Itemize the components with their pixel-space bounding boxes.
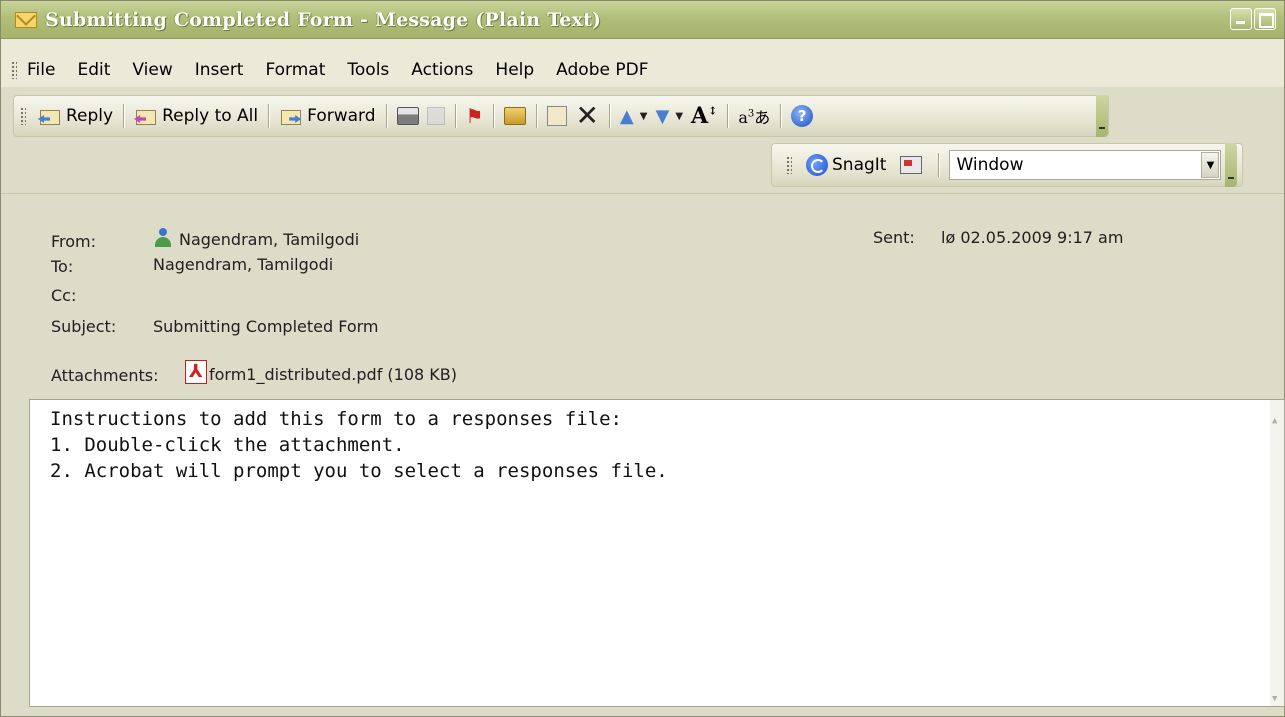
reply-all-icon [134, 105, 158, 127]
snagit-toolbar: SnagIt Window ▼ [771, 143, 1243, 187]
help-icon: ? [791, 105, 814, 127]
attachment-item[interactable]: form1_distributed.pdf (108 KB) [185, 360, 457, 384]
snagit-button[interactable]: SnagIt [802, 150, 890, 180]
menu-actions[interactable]: Actions [411, 60, 473, 80]
menu-format[interactable]: Format [265, 60, 325, 80]
help-button[interactable]: ? [787, 101, 817, 131]
toolbar-separator [493, 104, 495, 128]
window-title: Submitting Completed Form - Message (Pla… [45, 8, 602, 31]
font-size-icon: A↕ [691, 103, 718, 129]
font-size-button[interactable]: A↕ [687, 101, 721, 131]
menu-edit[interactable]: Edit [77, 60, 110, 80]
attachment-name: form1_distributed.pdf (108 KB) [209, 365, 457, 384]
copy-to-folder-button[interactable] [543, 101, 571, 131]
snagit-logo-icon [806, 154, 828, 176]
toolbar-separator [608, 104, 610, 128]
clipboard-icon [547, 106, 568, 126]
arrow-down-icon: ▼ [655, 105, 670, 127]
scroll-down-icon[interactable]: ▼ [1272, 686, 1282, 704]
snagit-capture-button[interactable] [890, 150, 932, 180]
toolbar-options-button[interactable] [1225, 143, 1238, 187]
vertical-scrollbar[interactable]: ▲ ▼ [1270, 400, 1284, 706]
delete-button[interactable]: ✕ [571, 101, 602, 131]
reply-all-label: Reply to All [162, 106, 259, 126]
print-button[interactable] [393, 101, 423, 131]
chevron-down-icon: ▼ [675, 110, 684, 122]
toolbar-grip-icon[interactable] [786, 156, 792, 174]
previous-item-button[interactable]: ▲ ▼ [616, 101, 652, 131]
forward-label: Forward [307, 106, 376, 126]
menu-view[interactable]: View [132, 60, 172, 80]
menu-file[interactable]: File [27, 60, 55, 80]
toolbar-separator [385, 104, 387, 128]
toolbar-grip-icon[interactable] [20, 107, 26, 125]
capture-icon [900, 156, 923, 174]
folder-icon [504, 107, 527, 125]
capture-mode-value: Window [956, 155, 1024, 175]
forward-icon [279, 105, 303, 127]
from-value[interactable]: Nagendram, Tamilgodi [153, 228, 359, 249]
menu-bar: File Edit View Insert Format Tools Actio… [1, 39, 1284, 87]
from-name: Nagendram, Tamilgodi [179, 230, 360, 249]
arrow-up-icon: ▲ [619, 105, 634, 127]
next-item-button[interactable]: ▼ ▼ [651, 101, 687, 131]
sent-label: Sent: [873, 228, 915, 247]
toolbar-options-button[interactable] [1096, 95, 1108, 137]
follow-up-flag-button[interactable]: ⚑ [462, 101, 488, 131]
reply-icon [38, 105, 62, 127]
subject-label: Subject: [51, 317, 117, 336]
body-line: 1. Double-click the attachment. [50, 434, 405, 456]
menu-adobe-pdf[interactable]: Adobe PDF [556, 60, 648, 80]
encoding-button[interactable]: a3あ [734, 101, 774, 131]
scroll-up-icon[interactable]: ▲ [1272, 408, 1282, 426]
message-window: Submitting Completed Form - Message (Pla… [0, 0, 1285, 717]
printer-icon [396, 107, 419, 125]
to-value[interactable]: Nagendram, Tamilgodi [153, 255, 333, 274]
toolbar-separator [536, 104, 538, 128]
to-label: To: [51, 257, 74, 276]
body-line: Instructions to add this form to a respo… [50, 408, 622, 430]
toolbar-separator [268, 104, 270, 128]
pdf-file-icon [185, 360, 207, 384]
reply-button[interactable]: Reply [34, 101, 117, 131]
move-to-folder-button[interactable] [500, 101, 530, 131]
toolbar-separator [780, 104, 782, 128]
snagit-label: SnagIt [832, 155, 887, 175]
menu-insert[interactable]: Insert [195, 60, 244, 80]
toolbar-separator [938, 153, 940, 177]
copy-button[interactable] [423, 101, 449, 131]
minimize-button[interactable] [1230, 8, 1252, 30]
encoding-icon: a3あ [738, 108, 771, 127]
grip-handle-icon[interactable] [11, 61, 17, 79]
reply-label: Reply [66, 106, 114, 126]
maximize-button[interactable] [1254, 8, 1276, 30]
envelope-icon [15, 11, 37, 28]
body-line: 2. Acrobat will prompt you to select a r… [50, 460, 668, 482]
flag-icon: ⚑ [465, 104, 484, 128]
title-bar[interactable]: Submitting Completed Form - Message (Pla… [1, 1, 1284, 39]
message-header: From: Nagendram, Tamilgodi Sent: lø 02.0… [1, 193, 1284, 399]
toolbar-separator [123, 104, 125, 128]
person-icon [153, 228, 173, 248]
window-controls [1230, 8, 1276, 30]
reply-all-button[interactable]: Reply to All [130, 101, 262, 131]
message-body[interactable]: Instructions to add this form to a respo… [29, 399, 1285, 707]
from-label: From: [51, 232, 97, 251]
copy-icon [426, 107, 445, 125]
cc-label: Cc: [51, 286, 77, 305]
toolbar-separator [727, 104, 729, 128]
standard-toolbar: Reply Reply to All Forward ⚑ ✕ ▲ ▼ ▼ ▼ A… [13, 95, 1109, 137]
subject-value: Submitting Completed Form [153, 317, 379, 336]
capture-mode-select[interactable]: Window ▼ [949, 150, 1222, 180]
chevron-down-icon: ▼ [639, 110, 648, 122]
sent-value: lø 02.05.2009 9:17 am [941, 228, 1124, 247]
forward-button[interactable]: Forward [275, 101, 379, 131]
delete-icon: ✕ [575, 99, 599, 132]
toolbar-separator [454, 104, 456, 128]
menu-help[interactable]: Help [495, 60, 534, 80]
menu-tools[interactable]: Tools [347, 60, 389, 80]
chevron-down-icon[interactable]: ▼ [1201, 152, 1220, 178]
attachments-label: Attachments: [51, 366, 159, 385]
